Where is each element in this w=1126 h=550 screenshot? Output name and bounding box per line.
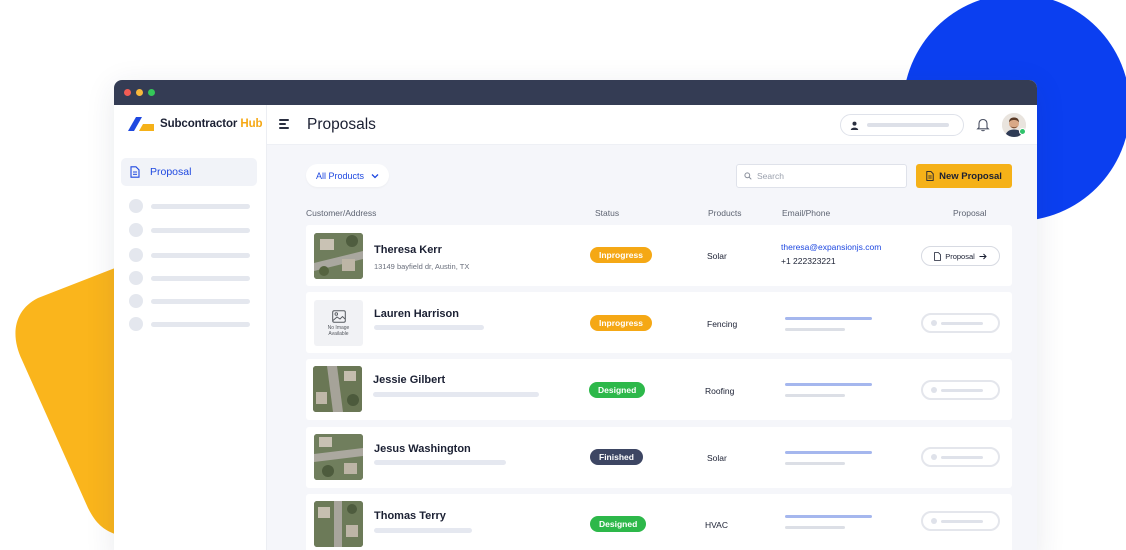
customer-email[interactable]: theresa@expansionjs.com [781,242,881,252]
sidebar-item-placeholder[interactable] [129,271,250,285]
status-badge: Designed [590,516,647,532]
address-placeholder [374,528,472,533]
email-placeholder [785,317,872,320]
menu-icon[interactable] [279,119,289,131]
customer-phone: +1 222323221 [781,256,836,266]
sidebar-item-placeholder[interactable] [129,294,250,308]
minimize-dot[interactable] [136,89,143,96]
email-placeholder [785,515,872,518]
product-filter-dropdown[interactable]: All Products [306,164,390,187]
customer-name: Lauren Harrison [374,308,459,320]
sidebar-item-proposal[interactable]: Proposal [121,158,257,186]
product-name: HVAC [705,520,728,530]
document-icon [934,251,941,261]
maximize-dot[interactable] [148,89,155,96]
logo-mark-icon [128,117,154,131]
column-header-customer[interactable]: Customer/Address [306,208,376,218]
sidebar-item-placeholder[interactable] [129,199,250,213]
filter-label: All Products [316,170,365,181]
email-placeholder [785,451,872,454]
phone-placeholder [785,328,845,331]
email-placeholder [785,383,872,386]
app-logo[interactable]: Subcontractor Hub [128,117,263,131]
sidebar-item-placeholder[interactable] [129,317,250,331]
property-photo [314,501,363,547]
customer-name: Theresa Kerr [374,244,442,256]
phone-placeholder [785,462,845,465]
table-row[interactable]: Jessie Gilbert Designed Roofing [306,359,1012,420]
customer-name: Jessie Gilbert [373,374,446,386]
new-proposal-button[interactable]: New Proposal [916,164,1012,188]
customer-name: Jesus Washington [374,443,471,455]
table-row[interactable]: Theresa Kerr 13149 bayfield dr, Austin, … [306,225,1012,286]
proposal-button-placeholder[interactable] [921,447,1000,467]
phone-placeholder [785,394,845,397]
column-header-email-phone[interactable]: Email/Phone [782,208,830,218]
status-badge: Inprogress [590,247,652,263]
product-name: Solar [707,251,727,261]
table-row[interactable]: No Image Available Lauren Harrison Inprog… [306,292,1012,353]
top-bar: Proposals [267,105,1037,145]
customer-name: Thomas Terry [374,510,446,522]
sidebar-item-placeholder[interactable] [129,223,250,237]
new-proposal-label: New Proposal [939,170,1002,182]
column-header-proposal[interactable]: Proposal [953,208,987,218]
view-proposal-button[interactable]: Proposal [921,246,1000,266]
app-name: Subcontractor Hub [160,118,263,130]
product-name: Roofing [705,386,735,396]
address-placeholder [374,460,506,465]
search-box[interactable] [736,164,907,188]
product-name: Solar [707,453,727,463]
document-icon [130,166,140,178]
proposal-button-label: Proposal [945,251,975,261]
online-status-dot [1019,128,1026,135]
table-row[interactable]: Jesus Washington Finished Solar [306,427,1012,488]
bell-icon[interactable] [976,117,990,132]
column-header-products[interactable]: Products [708,208,742,218]
main-content: All Products New Proposal Customer/Addre… [267,145,1037,550]
property-photo [314,233,363,279]
table-row[interactable]: Thomas Terry Designed HVAC [306,494,1012,550]
page-title: Proposals [307,116,376,133]
status-badge: Designed [589,382,646,398]
search-icon [744,172,752,180]
user-selector[interactable] [840,114,964,136]
document-icon [926,171,934,181]
sidebar-item-placeholder[interactable] [129,248,250,262]
product-name: Fencing [707,319,738,329]
sidebar-item-label: Proposal [150,166,192,178]
address-placeholder [374,325,484,330]
property-photo [314,434,363,480]
property-photo [313,366,362,412]
sidebar: Subcontractor Hub Proposal [114,105,267,550]
phone-placeholder [785,526,845,529]
arrow-right-icon [979,253,987,259]
customer-address: 13149 bayfield dr, Austin, TX [374,262,470,271]
search-input[interactable] [757,171,897,181]
user-icon [850,121,859,130]
proposal-button-placeholder[interactable] [921,511,1000,531]
status-badge: Inprogress [590,315,652,331]
image-icon [331,309,346,323]
address-placeholder [373,392,539,397]
column-header-status[interactable]: Status [595,208,619,218]
no-image-caption: No Image Available [327,324,350,337]
no-image-placeholder: No Image Available [314,300,363,346]
window-titlebar [114,80,1037,105]
proposal-button-placeholder[interactable] [921,380,1000,400]
proposal-button-placeholder[interactable] [921,313,1000,333]
app-window: Subcontractor Hub Proposal Proposals All… [114,80,1037,550]
chevron-down-icon [371,173,379,178]
status-badge: Finished [590,449,643,465]
close-dot[interactable] [124,89,131,96]
stage: Subcontractor Hub Proposal Proposals All… [0,0,1126,550]
